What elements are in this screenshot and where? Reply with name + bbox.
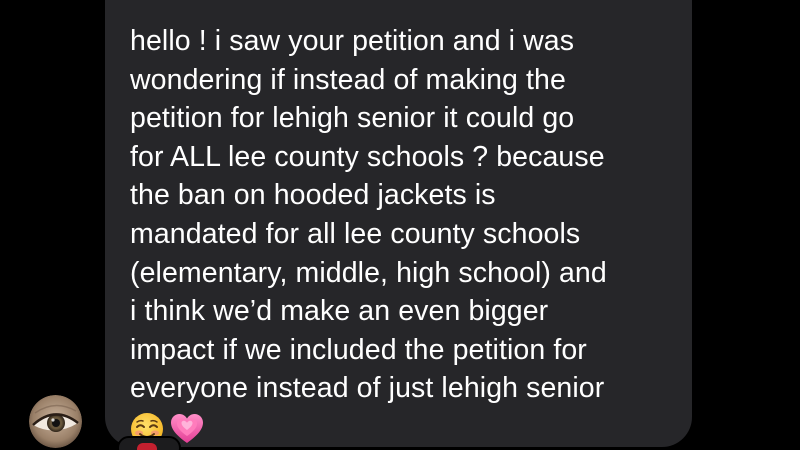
- message-line: hello ! i saw your petition and i was: [130, 25, 575, 57]
- message-line: impact if we included the petition for: [130, 333, 587, 366]
- message-line: mandated for all lee county schools: [130, 217, 581, 250]
- message-line: (elementary, middle, high school) and: [130, 256, 607, 289]
- heart-icon: [137, 443, 157, 450]
- message-line: wondering if instead of making the: [130, 63, 566, 96]
- eye-icon: [29, 395, 82, 448]
- emoji-row: [130, 412, 672, 446]
- message-line: i think we’d make an even bigger: [130, 295, 549, 328]
- message-line: the ban on hooded jackets is: [130, 179, 496, 212]
- message-bubble[interactable]: hello ! i saw your petition and i was wo…: [105, 0, 692, 447]
- sender-avatar[interactable]: [29, 395, 82, 448]
- message-line: everyone instead of just lehigh senior: [130, 372, 605, 405]
- message-line: for ALL lee county schools ? because: [130, 140, 605, 173]
- message-line: petition for lehigh senior it could go: [130, 102, 575, 135]
- chat-screen: hello ! i saw your petition and i was wo…: [0, 0, 800, 450]
